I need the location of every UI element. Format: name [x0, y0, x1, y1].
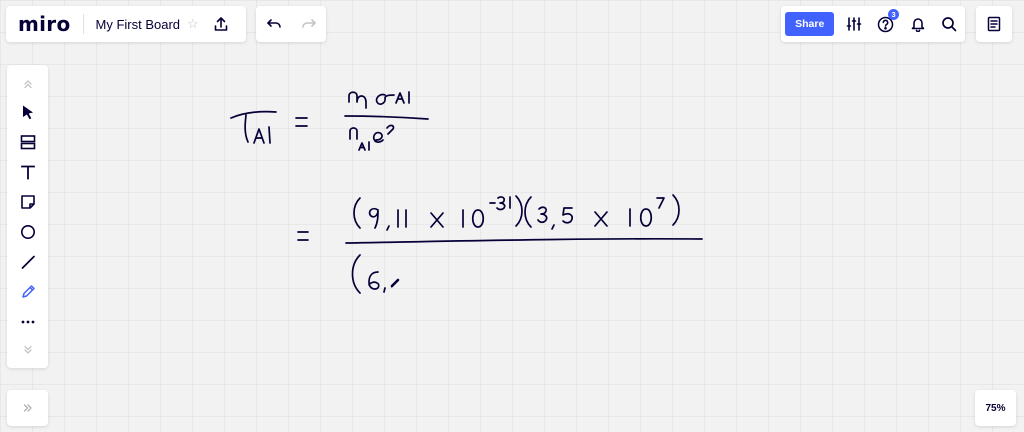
letter-A — [253, 128, 265, 144]
times-sign-1 — [430, 212, 444, 228]
letter-sigma — [375, 93, 395, 105]
paren-open-1 — [353, 197, 361, 229]
fraction-bar-1 — [344, 115, 429, 120]
digit-0b — [639, 208, 653, 227]
letter-m — [348, 91, 367, 109]
digit-6 — [368, 271, 380, 290]
subscript-Al — [395, 91, 410, 104]
letter-e — [372, 131, 384, 143]
digits-11 — [397, 209, 407, 228]
digit-3b — [537, 206, 548, 224]
comma-2 — [551, 224, 555, 230]
fraction-bar-2 — [345, 237, 703, 244]
equals-sign — [295, 117, 308, 127]
letter-n — [349, 127, 358, 140]
digit-3 — [496, 196, 506, 211]
times-sign-2 — [594, 211, 608, 227]
paren-close-2 — [672, 194, 680, 226]
handwriting-canvas[interactable] — [0, 0, 1024, 432]
paren-close-1 — [515, 195, 523, 227]
paren-open-2 — [524, 196, 532, 228]
digit-5 — [562, 207, 573, 224]
equals-sign-2 — [297, 231, 309, 241]
digit-0 — [471, 209, 485, 228]
subscript-Al-2 — [358, 141, 370, 151]
tau-stem — [244, 114, 249, 143]
paren-open-3 — [351, 254, 361, 294]
digit-9 — [368, 207, 379, 229]
exponent-2 — [386, 124, 395, 135]
digit-7 — [656, 197, 665, 209]
letter-l — [268, 126, 271, 144]
comma-3 — [383, 287, 386, 293]
comma-1 — [386, 225, 390, 231]
tau-stroke — [230, 110, 277, 119]
